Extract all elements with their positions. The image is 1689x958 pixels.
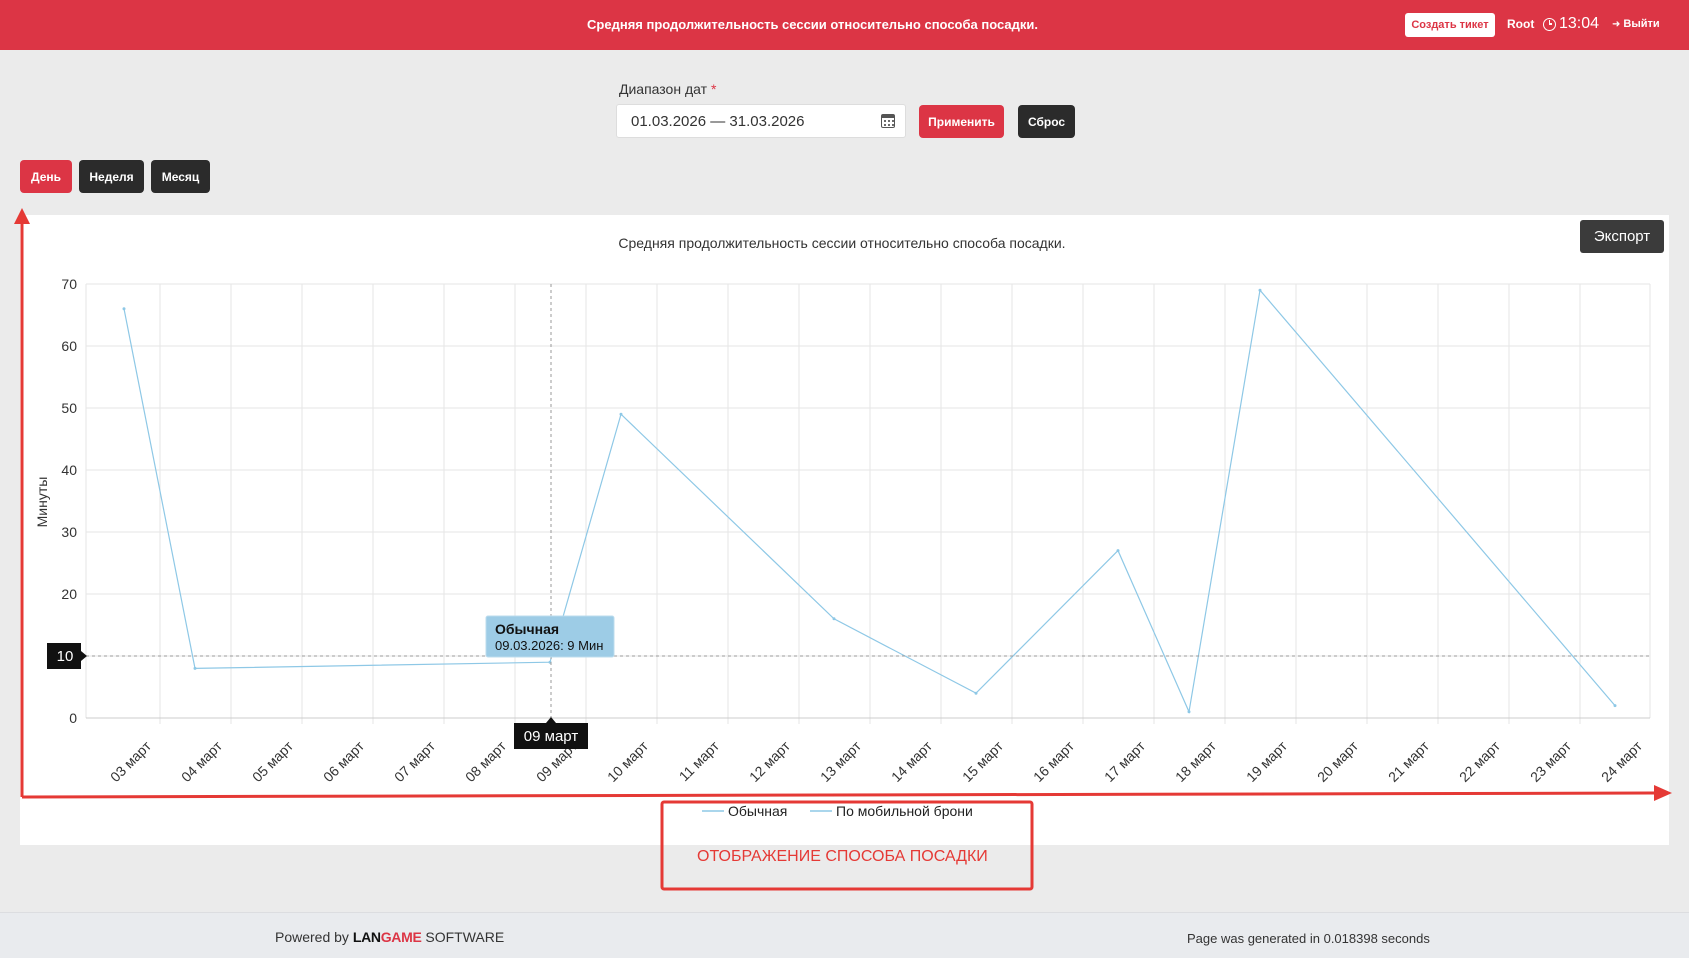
- brand-suffix: SOFTWARE: [425, 929, 505, 945]
- date-range-input[interactable]: [629, 105, 869, 137]
- footer: Powered by LANGAME SOFTWARE Page was gen…: [0, 912, 1689, 958]
- sign-out-icon: ➜: [1612, 18, 1621, 30]
- period-week-button[interactable]: Неделя: [79, 160, 144, 193]
- date-range-field[interactable]: [616, 104, 906, 138]
- create-ticket-button[interactable]: Создать тикет: [1405, 13, 1495, 37]
- brand-lan: LAN: [352, 929, 381, 945]
- powered-prefix: Powered by: [275, 929, 349, 945]
- annotation-label: ОТОБРАЖЕНИЕ СПОСОБА ПОСАДКИ: [697, 848, 988, 865]
- clock-time: 13:04: [1559, 15, 1600, 32]
- apply-button[interactable]: Применить: [919, 105, 1004, 138]
- period-month-button[interactable]: Месяц: [151, 160, 210, 193]
- logout-link[interactable]: ➜ Выйти: [1612, 18, 1660, 30]
- date-range-label-text: Диапазон дат: [619, 81, 708, 97]
- brand-game: GAME: [380, 929, 422, 945]
- powered-by: Powered by LANGAME SOFTWARE: [275, 929, 504, 945]
- chart-panel: [20, 215, 1669, 845]
- clock: 13:04: [1543, 15, 1599, 33]
- required-mark: *: [711, 81, 717, 97]
- export-button[interactable]: Экспорт: [1580, 220, 1664, 253]
- logout-label: Выйти: [1623, 18, 1660, 30]
- user-name[interactable]: Root: [1507, 17, 1534, 31]
- top-header-bar: Средняя продолжительность сессии относит…: [0, 0, 1689, 50]
- reset-button[interactable]: Сброс: [1018, 105, 1075, 138]
- clock-icon: [1543, 17, 1556, 31]
- brand-logo[interactable]: LANGAME: [353, 929, 422, 945]
- date-range-label: Диапазон дат *: [619, 81, 716, 97]
- calendar-icon[interactable]: [881, 114, 895, 128]
- generation-time: Page was generated in 0.018398 seconds: [1187, 931, 1430, 946]
- period-day-button[interactable]: День: [20, 160, 72, 193]
